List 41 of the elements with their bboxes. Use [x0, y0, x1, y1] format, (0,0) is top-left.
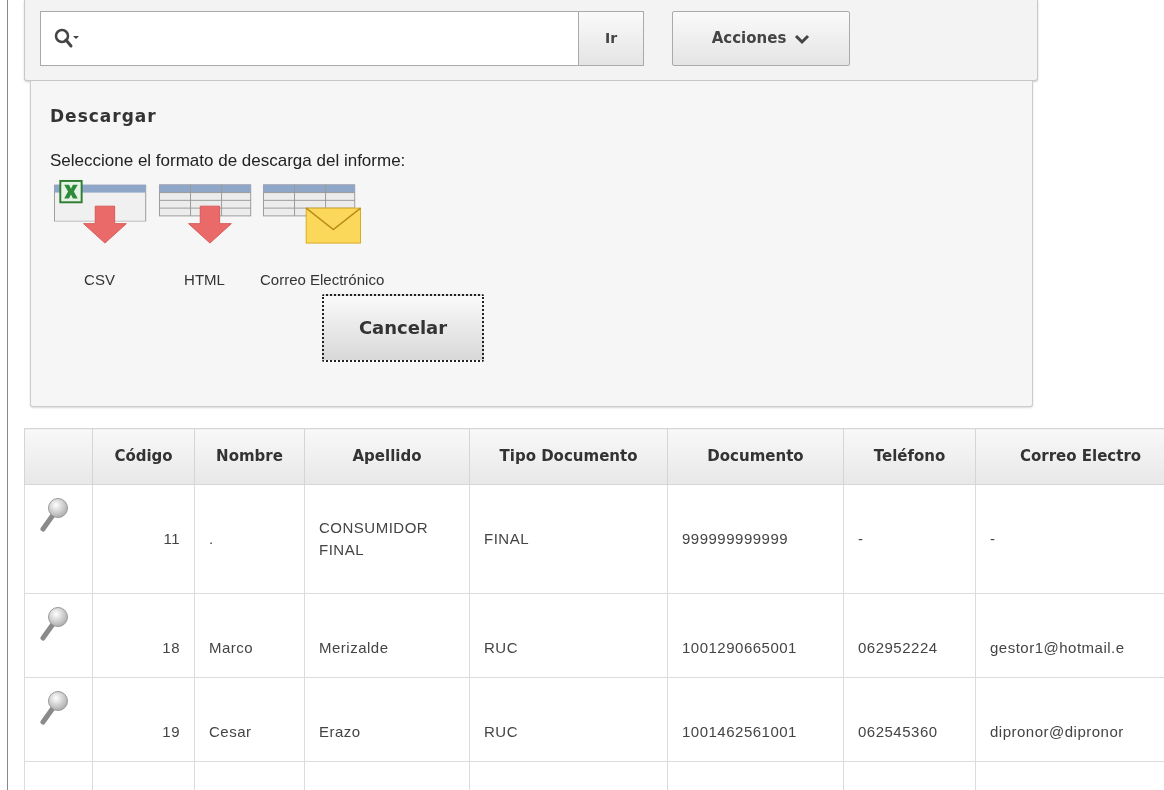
table-cell: FINAL [484, 529, 529, 547]
table-cell: 19 [162, 722, 180, 740]
table-cell: 999999999999 [682, 529, 789, 547]
column-header[interactable]: Tipo Documento [469, 428, 668, 485]
table-cell: Merizalde [319, 638, 389, 656]
go-button[interactable]: Ir [579, 11, 644, 66]
magnifier-icon[interactable] [39, 606, 69, 642]
table-cell: 062952224 [858, 638, 938, 656]
chevron-down-icon [794, 32, 811, 45]
table-cell: gestor1@hotmail.e [990, 638, 1125, 656]
table-cell: CONSUMIDOR FINAL [319, 518, 429, 558]
table-cell: - [990, 529, 996, 547]
table-cell: RUC [484, 722, 518, 740]
actions-button[interactable]: Acciones [672, 11, 850, 66]
table-cell: RUC [484, 638, 518, 656]
table-cell: dipronor@dipronor [990, 722, 1124, 740]
column-header[interactable]: Documento [667, 428, 844, 485]
panel-title: Descargar [50, 105, 158, 128]
magnifier-icon[interactable] [39, 497, 69, 533]
column-header[interactable]: Apellido [304, 428, 470, 485]
table-cell: Cesar [209, 722, 252, 740]
format-label[interactable]: Correo Electrónico [260, 269, 385, 292]
format-label[interactable]: CSV [84, 269, 115, 292]
table-cell: 1001462561001 [682, 722, 797, 740]
table-cell: 18 [162, 638, 180, 656]
table-cell: - [858, 529, 864, 547]
format-label[interactable]: HTML [184, 269, 225, 292]
table-cell: 1001290665001 [682, 638, 797, 656]
download-prompt: Seleccione el formato de descarga del informe: [50, 149, 407, 172]
table-cell: Marco [209, 638, 254, 656]
column-header[interactable]: Correo Electro [975, 428, 1164, 485]
search-field[interactable] [40, 11, 579, 66]
table-cell: 11 [163, 529, 180, 547]
table-cell: . [209, 529, 214, 547]
cancel-button[interactable]: Cancelar [322, 293, 484, 362]
table-cell: 062545360 [858, 722, 938, 740]
column-header[interactable]: Nombre [194, 428, 305, 485]
magnifier-icon[interactable] [39, 690, 69, 726]
table-cell: Erazo [319, 722, 361, 740]
column-header[interactable]: Teléfono [843, 428, 976, 485]
column-header[interactable]: Código [92, 428, 195, 485]
